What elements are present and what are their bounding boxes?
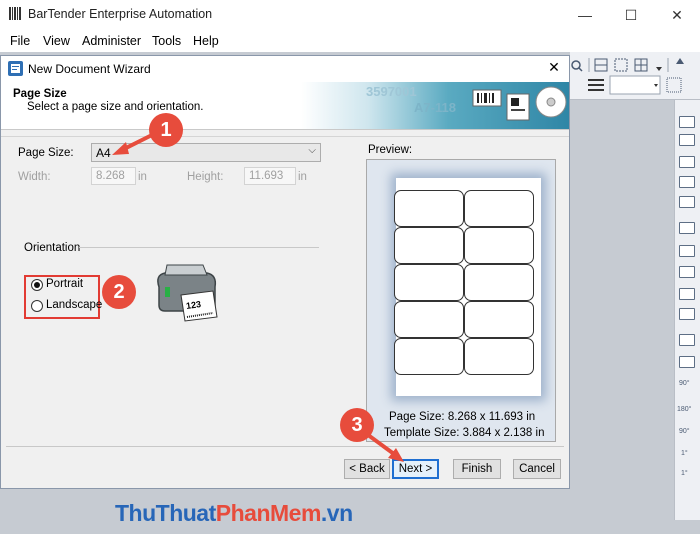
finish-button[interactable]: Finish [453, 459, 501, 479]
printer-icon [157, 264, 218, 322]
dialog-header: 3597001 A7-118 Page Size Select a page s… [1, 82, 569, 130]
preview-label-cell [464, 338, 534, 375]
watermark-part-phan: Phan [215, 500, 271, 526]
app-title: BarTender Enterprise Automation [28, 7, 213, 21]
height-label: Height: [187, 171, 224, 183]
printer-label-text: 123 [185, 299, 202, 311]
align-bottom-icon[interactable] [679, 156, 695, 168]
preview-label-cell [394, 264, 464, 301]
dialog-title: New Document Wizard [28, 62, 151, 76]
cancel-button[interactable]: Cancel [513, 459, 561, 479]
preview-label-cell [394, 301, 464, 338]
wizard-icon [8, 61, 23, 76]
menu-file[interactable]: File [10, 34, 30, 48]
banner-code-text: A7-118 [414, 100, 456, 115]
width-label: Width: [18, 171, 51, 183]
callout-badge-2: 2 [102, 275, 136, 309]
menu-view[interactable]: View [43, 34, 70, 48]
same-size-icon[interactable] [679, 308, 695, 320]
preview-label-cell [464, 264, 534, 301]
preview-label-cell [394, 190, 464, 227]
watermark-part-thuat: Thuat [155, 500, 217, 526]
watermark-part-vn: .vn [320, 500, 353, 526]
distribute-vertical-icon[interactable] [679, 196, 695, 208]
menu-tools[interactable]: Tools [152, 34, 181, 48]
width-unit: in [138, 171, 147, 183]
center-icon[interactable] [679, 222, 695, 234]
toolbar-strip [570, 52, 700, 100]
callout-arrow-1 [112, 132, 155, 155]
preview-label: Preview: [368, 144, 413, 156]
menu-help[interactable]: Help [193, 34, 219, 48]
ungroup-icon[interactable] [679, 356, 695, 368]
portrait-radio[interactable] [31, 279, 43, 291]
banner-barcode-text: 3597001 [366, 84, 417, 99]
watermark-part-mem: Mem [270, 500, 321, 526]
align-center-icon[interactable] [679, 266, 695, 278]
rotate-1-icon[interactable]: 1° [681, 450, 688, 457]
portrait-label[interactable]: Portrait [46, 278, 83, 290]
rotate-1-ccw-icon[interactable]: 1° [681, 470, 688, 477]
header-divider [1, 136, 569, 137]
preview-label-cell [464, 190, 534, 227]
close-button[interactable]: ✕ [654, 0, 700, 30]
page-size-label: Page Size: [18, 147, 74, 159]
height-unit: in [298, 171, 307, 183]
chevron-down-icon: ⌵ [308, 145, 316, 156]
page-size-value: A4 [96, 146, 111, 160]
dialog-close-button[interactable]: ✕ [545, 59, 563, 76]
minimize-button[interactable]: — [562, 0, 608, 30]
rotate-180-icon[interactable]: 180° [677, 406, 691, 413]
new-document-wizard-dialog: New Document Wizard ✕ 3597001 A7-118 Pag… [0, 55, 570, 489]
align-left-icon[interactable] [679, 245, 695, 257]
labels-graphic-icon [472, 86, 567, 121]
header-subtitle: Select a page size and orientation. [27, 101, 204, 113]
callout-arrow-3 [362, 430, 404, 462]
radio-selected-dot [34, 282, 40, 288]
watermark-part-thu: Thu [115, 500, 156, 526]
preview-label-cell [394, 338, 464, 375]
align-top-icon[interactable] [679, 116, 695, 128]
preview-label-cell [464, 301, 534, 338]
header-title: Page Size [13, 88, 67, 100]
footer-divider [6, 446, 564, 447]
width-field: 8.268 [91, 167, 136, 185]
align-right-icon[interactable] [679, 288, 695, 300]
group-icon[interactable] [679, 334, 695, 346]
toolbar-icons[interactable] [570, 56, 700, 96]
bartender-logo-icon [8, 6, 22, 21]
menu-administer[interactable]: Administer [82, 34, 141, 48]
height-field: 11.693 [244, 167, 296, 185]
preview-label-cell [394, 227, 464, 264]
rotate-90-ccw-icon[interactable]: 90° [679, 428, 690, 435]
landscape-radio[interactable] [31, 300, 43, 312]
watermark-brand: ThuThuatPhanMem.vn [115, 500, 353, 527]
landscape-label[interactable]: Landscape [46, 299, 102, 311]
preview-label-cell [464, 227, 534, 264]
distribute-icon[interactable] [679, 176, 695, 188]
rotate-90-icon[interactable]: 90° [679, 380, 690, 387]
maximize-button[interactable]: ☐ [608, 0, 654, 30]
align-middle-icon[interactable] [679, 134, 695, 146]
preview-page-size: Page Size: 8.268 x 11.693 in [389, 411, 536, 423]
orientation-divider [79, 247, 319, 248]
orientation-label: Orientation [24, 242, 81, 254]
